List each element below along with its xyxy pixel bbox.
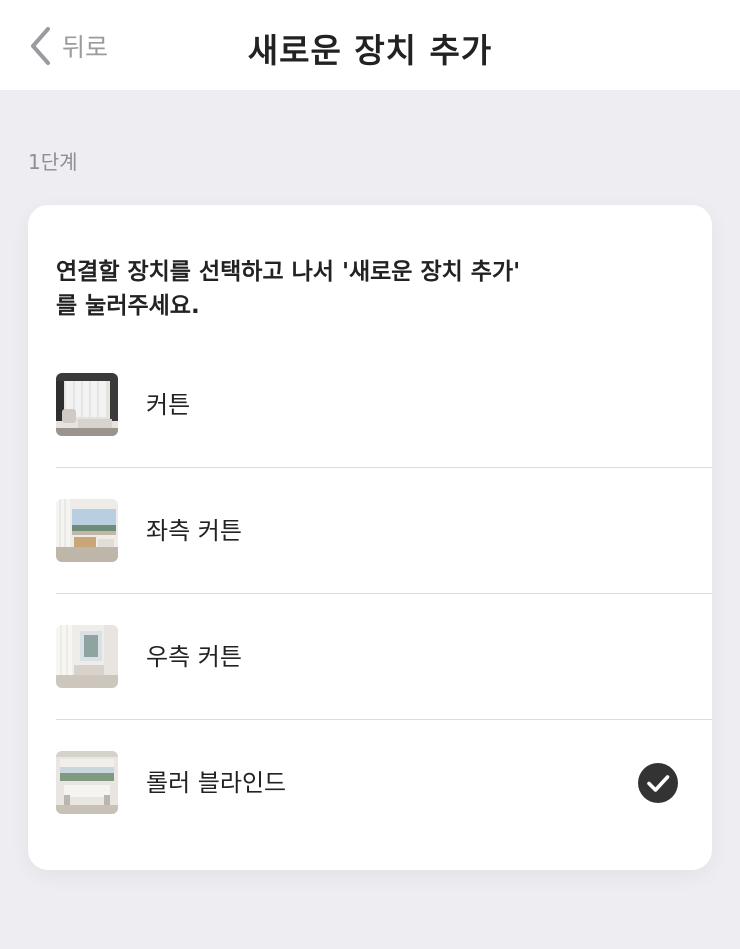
device-item-left-curtain[interactable]: 좌측 커튼 <box>56 468 712 594</box>
device-item-roller-blind[interactable]: 롤러 블라인드 <box>56 720 712 846</box>
left-curtain-room-photo <box>56 499 118 562</box>
device-item-right-curtain[interactable]: 우측 커튼 <box>56 594 712 720</box>
instruction-text: 연결할 장치를 선택하고 나서 '새로운 장치 추가' 를 눌러주세요. <box>56 259 521 319</box>
device-label: 우측 커튼 <box>146 643 242 671</box>
page-title: 새로운 장치 추가 <box>247 31 493 70</box>
device-label: 좌측 커튼 <box>146 517 242 545</box>
step-label: 1단계 <box>28 150 78 174</box>
device-selection-card: 연결할 장치를 선택하고 나서 '새로운 장치 추가' 를 눌러주세요. 커튼 <box>28 205 712 870</box>
device-label: 롤러 블라인드 <box>146 769 287 797</box>
right-curtain-room-photo <box>56 625 118 688</box>
device-item-curtain[interactable]: 커튼 <box>56 342 712 468</box>
navigation-bar: 뒤로 새로운 장치 추가 <box>0 0 740 90</box>
roller-blind-room-photo <box>56 751 118 814</box>
curtain-room-photo <box>56 373 118 436</box>
device-label: 커튼 <box>146 391 191 419</box>
checkmark-circle-icon <box>638 763 678 803</box>
